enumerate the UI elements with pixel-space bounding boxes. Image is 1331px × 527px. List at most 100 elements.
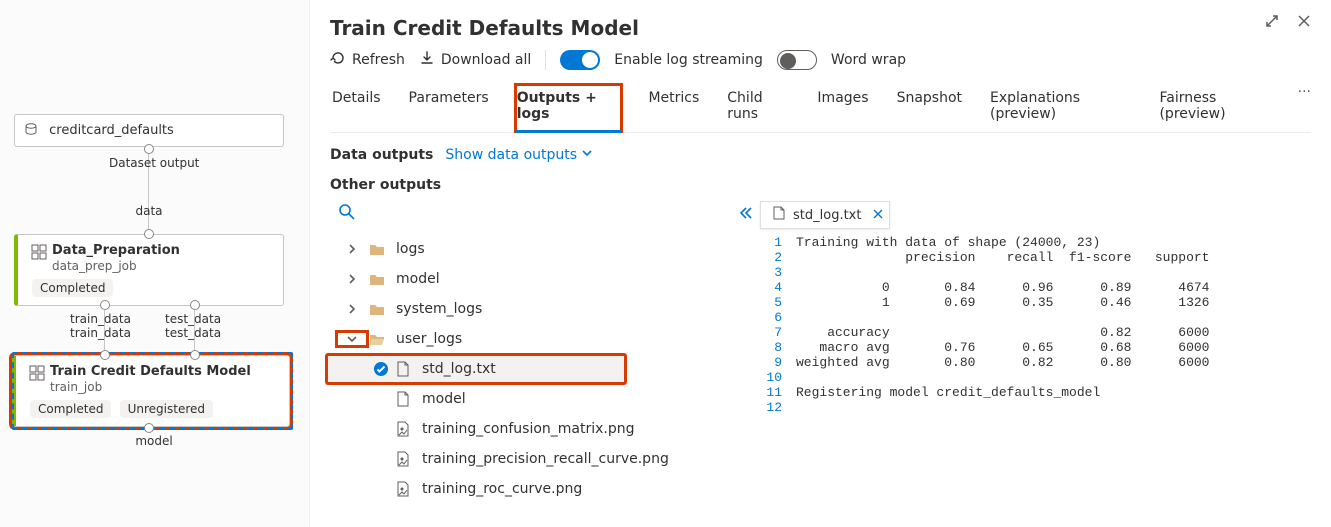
refresh-button[interactable]: Refresh (330, 50, 405, 70)
file-name: training_roc_curve.png (414, 481, 582, 497)
tab-explanations[interactable]: Explanations (preview) (988, 84, 1133, 132)
registered-badge: Unregistered (120, 400, 213, 418)
image-file-icon (392, 481, 414, 497)
database-icon (25, 123, 39, 135)
line-content: weighted avg 0.80 0.82 0.80 6000 (796, 355, 1311, 370)
tab-details[interactable]: Details (330, 84, 383, 132)
log-streaming-toggle[interactable] (560, 50, 600, 70)
node-prep-title: Data_Preparation (52, 243, 273, 258)
line-number: 3 (760, 265, 796, 280)
folder-name: user_logs (388, 331, 462, 347)
download-all-label: Download all (441, 52, 531, 68)
line-content (796, 370, 1311, 385)
port[interactable] (100, 300, 110, 310)
line-content (796, 310, 1311, 325)
tab-metrics[interactable]: Metrics (646, 84, 701, 132)
line-content (796, 400, 1311, 415)
show-data-outputs-link[interactable]: Show data outputs (445, 147, 593, 163)
line-number: 8 (760, 340, 796, 355)
file-tree: logs model system_logs user_logs (330, 201, 730, 504)
collapse-tree-button[interactable] (730, 201, 760, 504)
file-std-log[interactable]: std_log.txt (326, 354, 626, 384)
line-number: 1 (760, 235, 796, 250)
code-line: 4 0 0.84 0.96 0.89 4674 (760, 280, 1311, 295)
word-wrap-label: Word wrap (831, 52, 906, 68)
line-number: 7 (760, 325, 796, 340)
file-icon (392, 361, 414, 377)
node-dataset[interactable]: creditcard_defaults (14, 114, 284, 147)
node-data-preparation[interactable]: Data_Preparation data_prep_job Completed (14, 234, 284, 306)
code-viewer[interactable]: 1Training with data of shape (24000, 23)… (760, 235, 1311, 415)
close-icon[interactable] (1297, 14, 1311, 32)
more-tabs-button[interactable]: ··· (1298, 84, 1311, 132)
check-icon (370, 361, 392, 377)
tab-outputs-logs[interactable]: Outputs + logs (515, 84, 623, 132)
node-prep-subtitle: data_prep_job (52, 259, 273, 273)
tab-images[interactable]: Images (815, 84, 870, 132)
file-name: training_confusion_matrix.png (414, 421, 635, 437)
edge-label-data: data (109, 204, 189, 218)
file-pr-curve[interactable]: training_precision_recall_curve.png (330, 444, 730, 474)
data-outputs-label: Data outputs (330, 147, 433, 163)
folder-model[interactable]: model (330, 264, 730, 294)
other-outputs-label: Other outputs (330, 177, 1311, 193)
chevron-right-icon (338, 243, 366, 255)
chevron-right-icon (338, 303, 366, 315)
file-name: training_precision_recall_curve.png (414, 451, 669, 467)
word-wrap-toggle[interactable] (777, 50, 817, 70)
image-file-icon (392, 451, 414, 467)
line-number: 6 (760, 310, 796, 325)
viewer-tab-std-log[interactable]: std_log.txt (760, 201, 890, 229)
detail-pane: Train Credit Defaults Model Refresh Down… (310, 0, 1331, 527)
port[interactable] (144, 144, 154, 154)
folder-open-icon (366, 332, 388, 346)
file-name: std_log.txt (414, 361, 496, 377)
code-line: 6 (760, 310, 1311, 325)
code-line: 3 (760, 265, 1311, 280)
tab-child-runs[interactable]: Child runs (725, 84, 791, 132)
code-line: 8 macro avg 0.76 0.65 0.68 6000 (760, 340, 1311, 355)
folder-logs[interactable]: logs (330, 234, 730, 264)
node-train-model[interactable]: Train Credit Defaults Model train_job Co… (12, 355, 290, 427)
file-icon (392, 391, 414, 407)
tab-fairness[interactable]: Fairness (preview) (1157, 84, 1273, 132)
port[interactable] (100, 350, 110, 360)
folder-system-logs[interactable]: system_logs (330, 294, 730, 324)
folder-name: model (388, 271, 440, 287)
show-data-outputs-text: Show data outputs (445, 147, 577, 163)
tab-snapshot[interactable]: Snapshot (895, 84, 964, 132)
log-streaming-label: Enable log streaming (614, 52, 763, 68)
line-content: Registering model credit_defaults_model (796, 385, 1311, 400)
file-model[interactable]: model (330, 384, 730, 414)
chevron-down-icon[interactable] (338, 333, 366, 345)
chevron-down-icon (581, 147, 593, 163)
line-number: 12 (760, 400, 796, 415)
code-line: 7 accuracy 0.82 6000 (760, 325, 1311, 340)
code-line: 1Training with data of shape (24000, 23) (760, 235, 1311, 250)
port[interactable] (190, 300, 200, 310)
separator (545, 50, 546, 70)
port[interactable] (190, 350, 200, 360)
line-number: 10 (760, 370, 796, 385)
node-train-subtitle: train_job (50, 380, 279, 394)
file-viewer: std_log.txt 1Training with data of shape… (760, 201, 1311, 504)
expand-icon[interactable] (1265, 14, 1279, 32)
file-confusion-matrix[interactable]: training_confusion_matrix.png (330, 414, 730, 444)
line-number: 9 (760, 355, 796, 370)
close-tab-icon[interactable] (873, 208, 883, 223)
code-line: 12 (760, 400, 1311, 415)
file-icon (773, 206, 785, 224)
pipeline-canvas[interactable]: creditcard_defaults Dataset output data … (0, 0, 310, 527)
component-icon (32, 245, 46, 257)
port[interactable] (144, 423, 154, 433)
status-badge: Completed (30, 400, 111, 418)
folder-user-logs[interactable]: user_logs (330, 324, 730, 354)
tab-parameters[interactable]: Parameters (407, 84, 491, 132)
file-roc-curve[interactable]: training_roc_curve.png (330, 474, 730, 504)
folder-name: logs (388, 241, 425, 257)
search-button[interactable] (330, 201, 364, 234)
edge-label-dataset-output: Dataset output (109, 156, 189, 170)
download-all-button[interactable]: Download all (419, 50, 531, 70)
folder-name: system_logs (388, 301, 482, 317)
port[interactable] (144, 229, 154, 239)
